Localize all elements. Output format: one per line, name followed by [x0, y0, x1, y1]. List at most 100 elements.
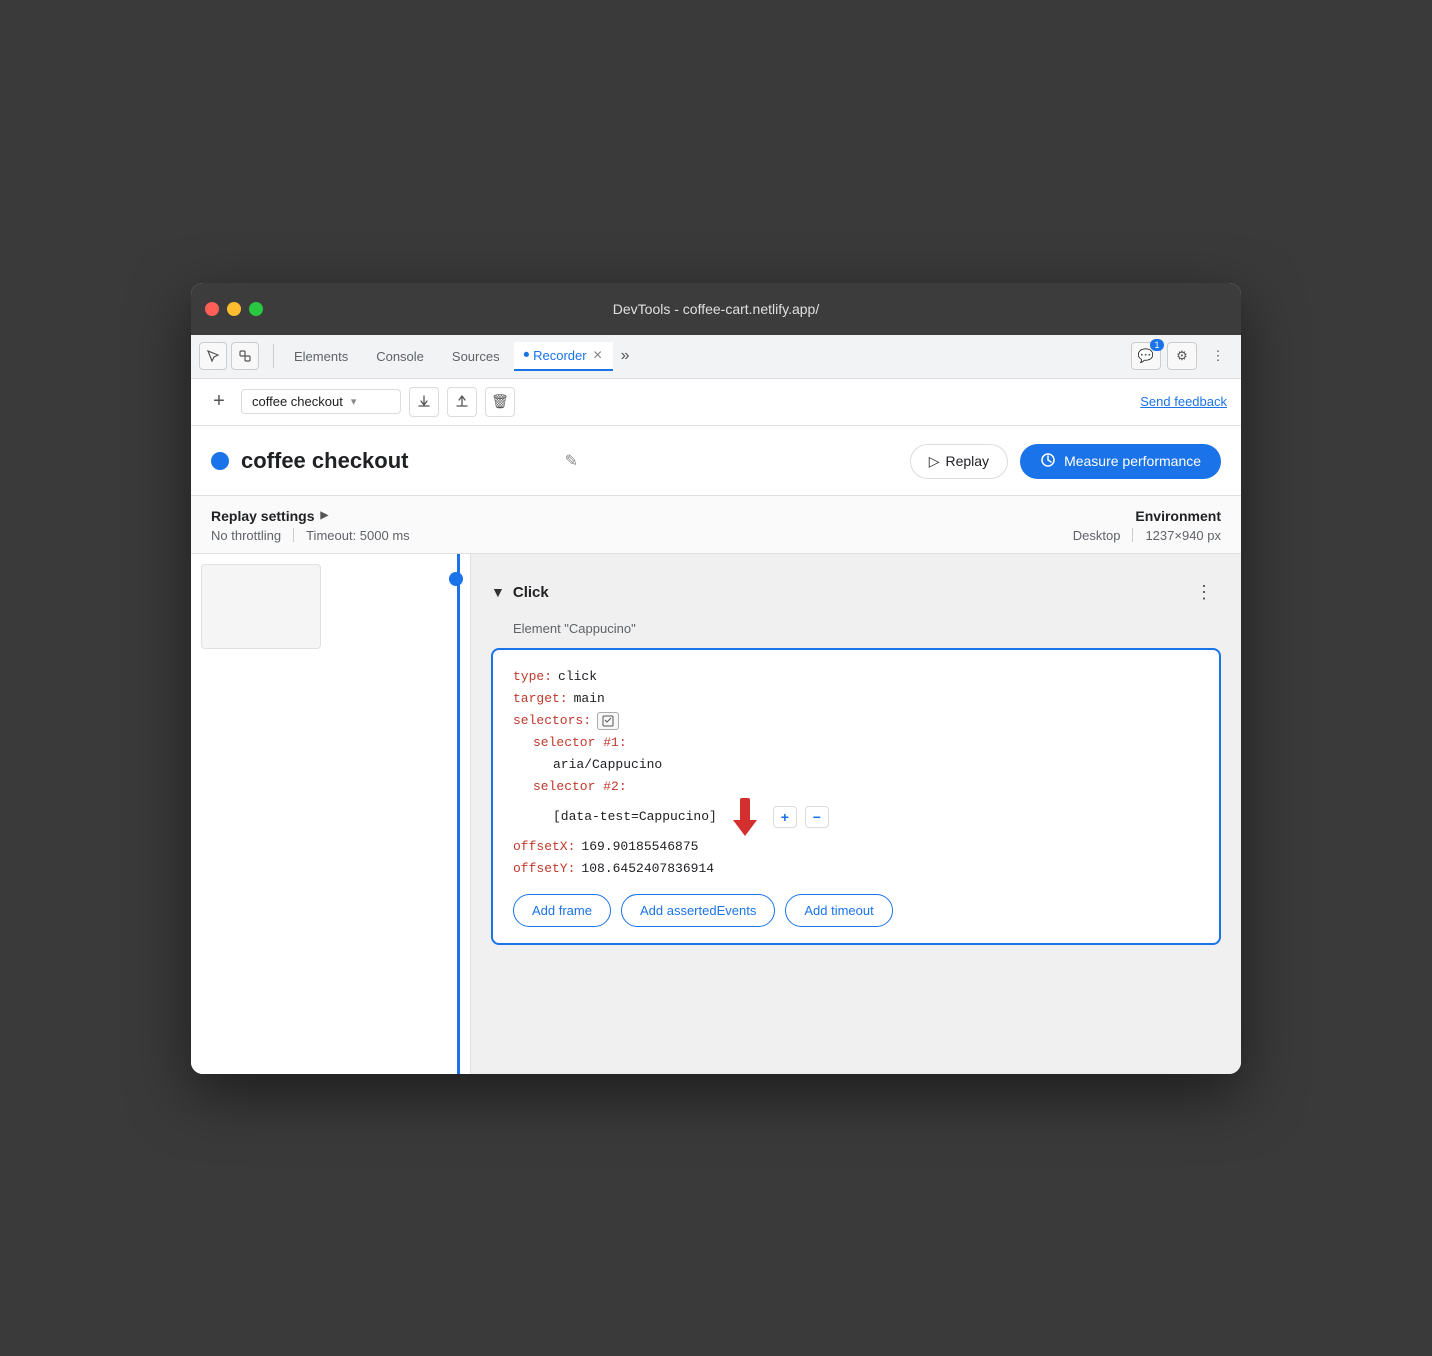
- env-divider: [1132, 528, 1133, 542]
- selectors-key: selectors:: [513, 710, 591, 732]
- tab-sources[interactable]: Sources: [438, 343, 514, 370]
- code-type-line: type: click: [513, 666, 1199, 688]
- tabbar: Elements Console Sources ⏺ Recorder ✕ » …: [191, 335, 1241, 379]
- more-button[interactable]: ⋮: [1203, 342, 1233, 370]
- step-title-row: ▼ Click ⋮: [491, 570, 1221, 615]
- edit-title-icon[interactable]: ✎: [565, 451, 578, 471]
- devtools-window: DevTools - coffee-cart.netlify.app/ Elem…: [191, 283, 1241, 1074]
- minimize-button[interactable]: [227, 302, 241, 316]
- close-button[interactable]: [205, 302, 219, 316]
- measure-performance-button[interactable]: Measure performance: [1020, 444, 1221, 479]
- recording-dropdown[interactable]: coffee checkout ▾: [241, 389, 401, 414]
- selector-tool-icon: [597, 712, 619, 730]
- step-title-left: ▼ Click: [491, 584, 549, 601]
- replay-button[interactable]: ▷ Replay: [910, 444, 1008, 479]
- tab-divider: [273, 344, 274, 368]
- env-device: Desktop: [1073, 528, 1121, 543]
- target-val: main: [574, 688, 605, 710]
- offsety-key: offsetY:: [513, 858, 575, 880]
- settings-left: Replay settings ▶ No throttling Timeout:…: [211, 508, 1073, 543]
- step-indicator-dot: [449, 572, 463, 586]
- target-key: target:: [513, 688, 568, 710]
- chevron-down-icon: ▾: [351, 395, 357, 408]
- settings-bar: Replay settings ▶ No throttling Timeout:…: [191, 496, 1241, 554]
- code-selector1-val-line: aria/Cappucino: [553, 754, 1199, 776]
- offsetx-val: 169.90185546875: [581, 836, 698, 858]
- window-controls: [205, 302, 263, 316]
- selector1-val: aria/Cappucino: [553, 754, 662, 776]
- window-title: DevTools - coffee-cart.netlify.app/: [613, 301, 819, 317]
- code-selector2-row: selector #2:: [533, 776, 1199, 798]
- selector-add-button[interactable]: +: [773, 806, 797, 828]
- code-target-line: target: main: [513, 688, 1199, 710]
- code-box: type: click target: main selectors:: [491, 648, 1221, 946]
- chat-button[interactable]: 💬 1: [1131, 342, 1161, 370]
- add-frame-button[interactable]: Add frame: [513, 894, 611, 927]
- red-arrow-indicator: [733, 798, 757, 836]
- left-panel: [191, 554, 471, 1074]
- type-key: type:: [513, 666, 552, 688]
- offsetx-key: offsetX:: [513, 836, 575, 858]
- timeline-line: [457, 554, 460, 1074]
- env-size: 1237×940 px: [1145, 528, 1221, 543]
- triangle-icon: ▶: [320, 510, 328, 521]
- tab-elements[interactable]: Elements: [280, 343, 362, 370]
- replay-icon: ▷: [929, 453, 940, 470]
- step-name: Click: [513, 584, 549, 601]
- recording-name: coffee checkout: [252, 394, 343, 409]
- selector2-val: [data-test=Cappucino]: [553, 806, 717, 828]
- replay-label: Replay: [945, 453, 989, 469]
- settings-right: Environment Desktop 1237×940 px: [1073, 508, 1221, 543]
- step-action-buttons: Add frame Add assertedEvents Add timeout: [513, 894, 1199, 927]
- send-feedback-link[interactable]: Send feedback: [1140, 394, 1227, 409]
- tab-recorder-label: Recorder: [533, 348, 586, 363]
- toolbar: + coffee checkout ▾ 🗑 Send feedback: [191, 379, 1241, 426]
- step-subtitle: Element "Cappucino": [513, 621, 1221, 636]
- replay-settings-toggle[interactable]: Replay settings ▶: [211, 508, 1073, 524]
- step-thumbnail: [201, 564, 321, 649]
- maximize-button[interactable]: [249, 302, 263, 316]
- code-offsety-line: offsetY: 108.6452407836914: [513, 858, 1199, 880]
- code-selectors-line: selectors:: [513, 710, 1199, 732]
- selector1-key: selector #1:: [533, 732, 627, 754]
- recording-title: coffee checkout: [241, 448, 549, 474]
- notification-badge: 1: [1150, 339, 1164, 351]
- tab-more[interactable]: »: [613, 343, 638, 369]
- tab-recorder-close[interactable]: ✕: [593, 348, 603, 362]
- titlebar: DevTools - coffee-cart.netlify.app/: [191, 283, 1241, 335]
- tab-recorder[interactable]: ⏺ Recorder ✕: [514, 342, 613, 371]
- selector-remove-button[interactable]: −: [805, 806, 829, 828]
- settings-button[interactable]: ⚙: [1167, 342, 1197, 370]
- right-panel: ▼ Click ⋮ Element "Cappucino" type: clic…: [471, 554, 1241, 1074]
- recording-status-dot: [211, 452, 229, 470]
- step-expand-arrow[interactable]: ▼: [491, 584, 505, 600]
- content-header: coffee checkout ✎ ▷ Replay Measure perfo…: [191, 426, 1241, 496]
- step-more-button[interactable]: ⋮: [1187, 578, 1221, 607]
- tab-console[interactable]: Console: [362, 343, 438, 370]
- selector2-key: selector #2:: [533, 776, 627, 798]
- main-content: ▼ Click ⋮ Element "Cappucino" type: clic…: [191, 554, 1241, 1074]
- throttle-value: No throttling: [211, 528, 281, 543]
- cursor-icon[interactable]: [199, 342, 227, 370]
- import-button[interactable]: [447, 387, 477, 417]
- add-timeout-button[interactable]: Add timeout: [785, 894, 892, 927]
- recorder-icon: ⏺: [524, 349, 530, 362]
- add-recording-button[interactable]: +: [205, 388, 233, 416]
- nav-icons: [199, 342, 259, 370]
- tab-actions: 💬 1 ⚙ ⋮: [1131, 342, 1233, 370]
- measure-label: Measure performance: [1064, 453, 1201, 469]
- add-asserted-events-button[interactable]: Add assertedEvents: [621, 894, 775, 927]
- replay-settings-label: Replay settings: [211, 508, 314, 524]
- timeout-value: Timeout: 5000 ms: [306, 528, 410, 543]
- export-button[interactable]: [409, 387, 439, 417]
- settings-sub: No throttling Timeout: 5000 ms: [211, 528, 1073, 543]
- delete-button[interactable]: 🗑: [485, 387, 515, 417]
- inspect-icon[interactable]: [231, 342, 259, 370]
- code-offsetx-line: offsetX: 169.90185546875: [513, 836, 1199, 858]
- type-val: click: [558, 666, 597, 688]
- code-selector2-val-row: [data-test=Cappucino] + −: [553, 798, 1199, 836]
- settings-divider: [293, 528, 294, 542]
- environment-label: Environment: [1073, 508, 1221, 524]
- offsety-val: 108.6452407836914: [581, 858, 714, 880]
- code-selector1-line: selector #1:: [533, 732, 1199, 754]
